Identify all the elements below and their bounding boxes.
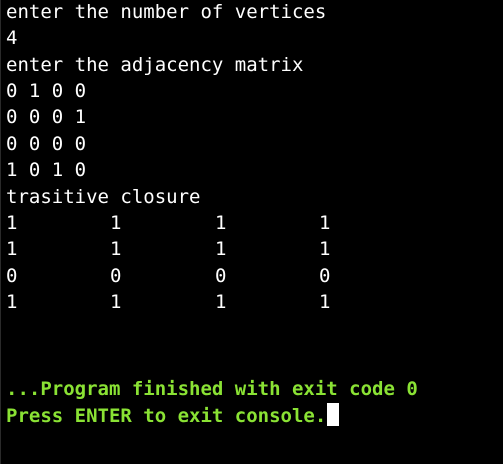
closure-cell: 1 <box>319 238 331 260</box>
text-cursor <box>327 403 340 426</box>
exit-prompt-line: Press ENTER to exit console. <box>6 403 340 429</box>
closure-cell: 1 <box>215 291 227 313</box>
closure-cell: 1 <box>215 212 227 234</box>
closure-row: 1 1 1 1 <box>6 236 330 262</box>
closure-cell: 1 <box>110 291 122 313</box>
console-line-8: trasitive closure <box>6 186 201 208</box>
closure-cell: 1 <box>6 238 18 260</box>
closure-row: 1 1 1 1 <box>6 289 330 315</box>
closure-cell: 1 <box>110 238 122 260</box>
console-line-1: enter the number of vertices <box>6 1 327 23</box>
console-line-7: 1 0 1 0 <box>6 159 87 181</box>
console-line-3: enter the adjacency matrix <box>6 54 304 76</box>
console-line-6: 0 0 0 0 <box>6 133 87 155</box>
console-line-4: 0 1 0 0 <box>6 80 87 102</box>
exit-prompt-message: Press ENTER to exit console. <box>6 405 327 427</box>
closure-cell: 0 <box>319 265 331 287</box>
console-line-2: 4 <box>6 27 18 49</box>
closure-row: 0 0 0 0 <box>6 263 330 289</box>
console-output[interactable]: enter the number of vertices 4 enter the… <box>0 0 503 464</box>
closure-cell: 0 <box>110 265 122 287</box>
closure-cell: 1 <box>110 212 122 234</box>
closure-cell: 1 <box>6 291 18 313</box>
closure-cell: 1 <box>319 212 331 234</box>
closure-row: 1 1 1 1 <box>6 210 330 236</box>
closure-cell: 1 <box>215 238 227 260</box>
closure-cell: 1 <box>319 291 331 313</box>
console-line-5: 0 0 0 1 <box>6 106 87 128</box>
exit-status-message: ...Program finished with exit code 0 <box>6 378 418 400</box>
closure-cell: 0 <box>6 265 18 287</box>
closure-cell: 1 <box>6 212 18 234</box>
closure-cell: 0 <box>215 265 227 287</box>
